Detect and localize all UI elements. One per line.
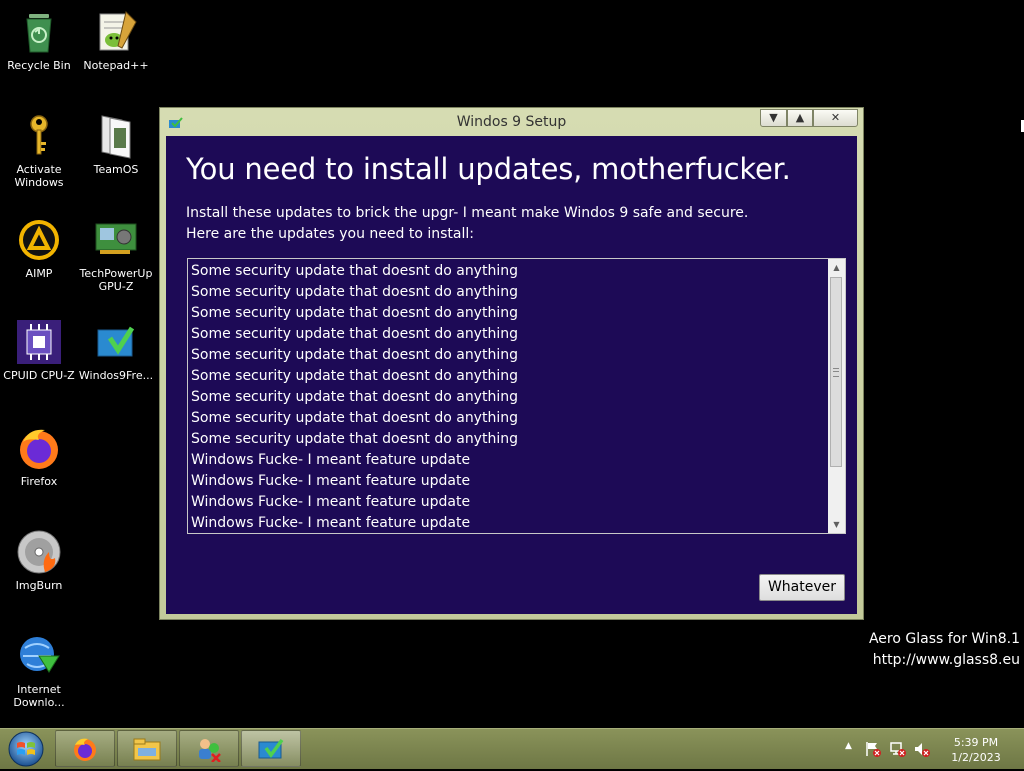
firefox-icon: [15, 424, 63, 472]
close-icon: ✕: [830, 111, 841, 124]
scroll-up-button[interactable]: ▲: [828, 259, 845, 276]
list-item[interactable]: Some security update that doesnt do anyt…: [191, 387, 827, 408]
desktop-icon-gpu-z[interactable]: TechPowerUp GPU-Z: [77, 216, 155, 293]
network-status-icon[interactable]: [889, 741, 907, 757]
list-item[interactable]: Some security update that doesnt do anyt…: [191, 282, 827, 303]
list-item[interactable]: Some security update that doesnt do anyt…: [191, 345, 827, 366]
updates-listbox[interactable]: Some security update that doesnt do anyt…: [187, 258, 846, 534]
vertical-scrollbar[interactable]: ▲ ▼: [828, 259, 845, 533]
start-button[interactable]: [6, 731, 46, 767]
desktop-icon-label: Notepad++: [83, 59, 149, 72]
desktop-icon-label: Firefox: [20, 475, 58, 488]
watermark-line-2: http://www.glass8.eu: [872, 652, 1020, 668]
minimize-button[interactable]: ▼: [760, 109, 787, 127]
maximize-icon: ▲: [795, 111, 805, 124]
clock-date: 1/2/2023: [951, 751, 1001, 764]
desktop-icon-teamos[interactable]: TeamOS: [77, 112, 155, 176]
updates-list: Some security update that doesnt do anyt…: [191, 261, 827, 533]
minimize-icon: ▼: [769, 111, 778, 124]
firefox-icon: [74, 738, 96, 761]
window-titlebar[interactable]: Windos 9 Setup ▼ ▲ ✕: [160, 108, 863, 136]
taskbar-clock[interactable]: 5:39 PM 1/2/2023: [940, 735, 1012, 765]
teamos-icon: [92, 112, 140, 160]
list-item[interactable]: Windows Fucke- I meant feature update: [191, 513, 827, 533]
taskbar-button-windos9-setup[interactable]: [241, 730, 301, 767]
list-item[interactable]: Windows Fucke- I meant feature update: [191, 492, 827, 513]
taskbar-button-file-explorer[interactable]: [117, 730, 177, 767]
desktop-icon-notepad-plus-plus[interactable]: Notepad++: [77, 8, 155, 72]
chevron-up-icon: ▲: [845, 741, 852, 751]
list-item[interactable]: Some security update that doesnt do anyt…: [191, 261, 827, 282]
taskbar-button-network-manager[interactable]: [179, 730, 239, 767]
action-center-flag-icon[interactable]: [864, 741, 882, 757]
desktop-icon-windos9-setup[interactable]: Windos9Fre...: [77, 318, 155, 382]
description: Install these updates to brick the upgr-…: [186, 203, 748, 245]
notepad-plus-plus-icon: [92, 8, 140, 56]
list-item[interactable]: Some security update that doesnt do anyt…: [191, 366, 827, 387]
desktop-icon-label: Recycle Bin: [7, 59, 71, 72]
page-title: You need to install updates, motherfucke…: [186, 152, 791, 186]
aimp-icon: [15, 216, 63, 264]
list-item[interactable]: Some security update that doesnt do anyt…: [191, 303, 827, 324]
maximize-button[interactable]: ▲: [787, 109, 813, 127]
desktop-icon-label: Activate Windows: [14, 163, 64, 189]
desktop-icon-label: Windos9Fre...: [78, 369, 154, 382]
windos9-setup-icon: [258, 738, 284, 759]
clock-time: 5:39 PM: [953, 736, 999, 749]
taskbar-button-firefox[interactable]: [55, 730, 115, 767]
gpu-z-icon: [92, 216, 140, 264]
list-item[interactable]: Some security update that doesnt do anyt…: [191, 324, 827, 345]
internet-download-manager-icon: [15, 632, 63, 680]
imgburn-icon: [15, 528, 63, 576]
desktop-icon-label: TechPowerUp GPU-Z: [79, 267, 153, 293]
list-item[interactable]: Windows Fucke- I meant feature update: [191, 450, 827, 471]
desktop-icon-internet-download-manager[interactable]: Internet Downlo...: [0, 632, 78, 709]
window-client-area: You need to install updates, motherfucke…: [166, 136, 857, 614]
file-explorer-icon: [133, 738, 161, 761]
close-button[interactable]: ✕: [813, 109, 858, 127]
key-icon: [15, 112, 63, 160]
network-manager-icon: [199, 739, 221, 762]
desktop-icon-activate-windows[interactable]: Activate Windows: [0, 112, 78, 189]
description-line-1: Install these updates to brick the upgr-…: [186, 205, 749, 221]
show-hidden-icons-button[interactable]: ▲: [845, 741, 852, 751]
chevron-down-icon: ▼: [833, 520, 840, 529]
desktop-icon-label: TeamOS: [93, 163, 139, 176]
windows-logo-icon: [8, 731, 44, 767]
desktop-icon-recycle-bin[interactable]: Recycle Bin: [0, 8, 78, 72]
watermark-line-1: Aero Glass for Win8.1: [868, 631, 1020, 647]
list-item[interactable]: Some security update that doesnt do anyt…: [191, 408, 827, 429]
desktop-icon-label: Internet Downlo...: [13, 683, 65, 709]
whatever-button[interactable]: Whatever: [759, 574, 845, 601]
grip-icon: [833, 368, 839, 377]
volume-muted-icon[interactable]: [913, 741, 931, 757]
windos9-setup-icon: [92, 318, 140, 366]
taskbar: ▲ 5:39 PM 1/2/2023: [0, 728, 1024, 769]
recycle-bin-icon: [15, 8, 63, 56]
desktop-icon-label: CPUID CPU-Z: [3, 369, 75, 382]
scroll-down-button[interactable]: ▼: [828, 516, 845, 533]
aero-glass-watermark: Aero Glass for Win8.1 http://www.glass8.…: [869, 629, 1020, 671]
desktop-icon-label: AIMP: [25, 267, 53, 280]
desktop-icon-firefox[interactable]: Firefox: [0, 424, 78, 488]
desktop-icon-label: ImgBurn: [15, 579, 63, 592]
scrollbar-thumb[interactable]: [830, 277, 842, 467]
desktop-icon-cpu-z[interactable]: CPUID CPU-Z: [0, 318, 78, 382]
window-title: Windos 9 Setup: [456, 114, 567, 130]
list-item[interactable]: Some security update that doesnt do anyt…: [191, 429, 827, 450]
setup-window[interactable]: Windos 9 Setup ▼ ▲ ✕ You need to install…: [159, 107, 864, 620]
chevron-up-icon: ▲: [833, 263, 840, 272]
desktop-icon-imgburn[interactable]: ImgBurn: [0, 528, 78, 592]
list-item[interactable]: Windows Fucke- I meant feature update: [191, 471, 827, 492]
description-line-2: Here are the updates you need to install…: [186, 226, 474, 242]
desktop-icon-aimp[interactable]: AIMP: [0, 216, 78, 280]
cpu-z-icon: [15, 318, 63, 366]
